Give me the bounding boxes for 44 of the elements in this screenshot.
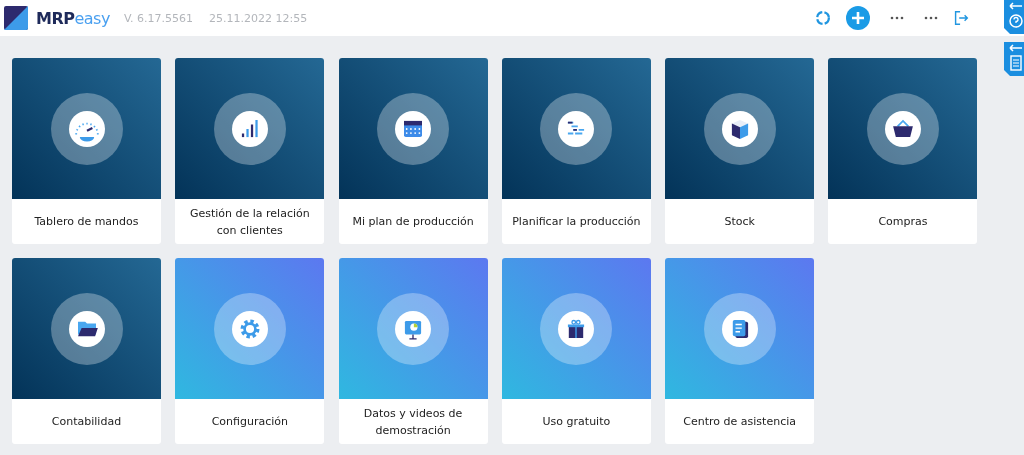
document-icon	[721, 310, 758, 347]
module-tile[interactable]: Datos y videos de demostración	[338, 258, 488, 444]
tile-label: Planificar la producción	[512, 214, 641, 230]
list-tab-icon[interactable]	[1004, 42, 1024, 76]
tile-label: Compras	[878, 214, 928, 230]
module-tile[interactable]: Centro de asistencia	[665, 258, 815, 444]
calendar-icon	[395, 110, 432, 147]
brand-name: MRPeasy	[36, 8, 110, 28]
cube-icon	[721, 110, 758, 147]
logo-icon	[4, 6, 28, 30]
logout-icon[interactable]	[952, 9, 970, 27]
module-tile[interactable]: Configuración	[175, 258, 325, 444]
more-icon[interactable]	[924, 16, 938, 20]
schedule-icon	[558, 110, 595, 147]
tile-label: Contabilidad	[51, 414, 122, 430]
basket-icon	[885, 110, 921, 147]
tile-label: Configuración	[211, 414, 288, 430]
gift-icon	[558, 310, 595, 347]
tile-label: Mi plan de producción	[352, 214, 474, 230]
sync-icon[interactable]	[814, 9, 832, 27]
version-label: V. 6.17.5561	[123, 11, 193, 25]
module-tile[interactable]: Contabilidad	[12, 258, 161, 444]
tile-label: Stock	[724, 214, 755, 230]
module-tile[interactable]: Compras	[828, 58, 978, 244]
tile-label: Tablero de mandos	[34, 214, 139, 230]
module-tile[interactable]: Stock	[665, 58, 815, 244]
add-icon[interactable]	[846, 6, 870, 30]
tile-label: Datos y videos de demostración	[362, 405, 464, 439]
settings-icon	[231, 310, 268, 347]
module-tile[interactable]: Tablero de mandos	[12, 58, 161, 244]
folder-icon	[68, 310, 105, 347]
module-tile[interactable]: Uso gratuito	[501, 258, 651, 444]
module-tile[interactable]: Mi plan de producción	[338, 58, 488, 244]
presentation-icon	[395, 310, 432, 347]
date-time: 25.11.2022 12:55	[209, 11, 308, 25]
module-tile[interactable]: Planificar la producción	[501, 58, 651, 244]
tile-label: Gestión de la relación con clientes	[188, 205, 311, 239]
tile-label: Centro de asistencia	[683, 414, 796, 430]
more-icon[interactable]	[890, 16, 904, 20]
help-tab-icon[interactable]	[1004, 0, 1024, 34]
tile-label: Uso gratuito	[542, 414, 611, 430]
module-tile[interactable]: Gestión de la relación con clientes	[175, 58, 325, 244]
bar-chart-icon	[231, 110, 268, 147]
gauge-icon	[68, 110, 105, 147]
